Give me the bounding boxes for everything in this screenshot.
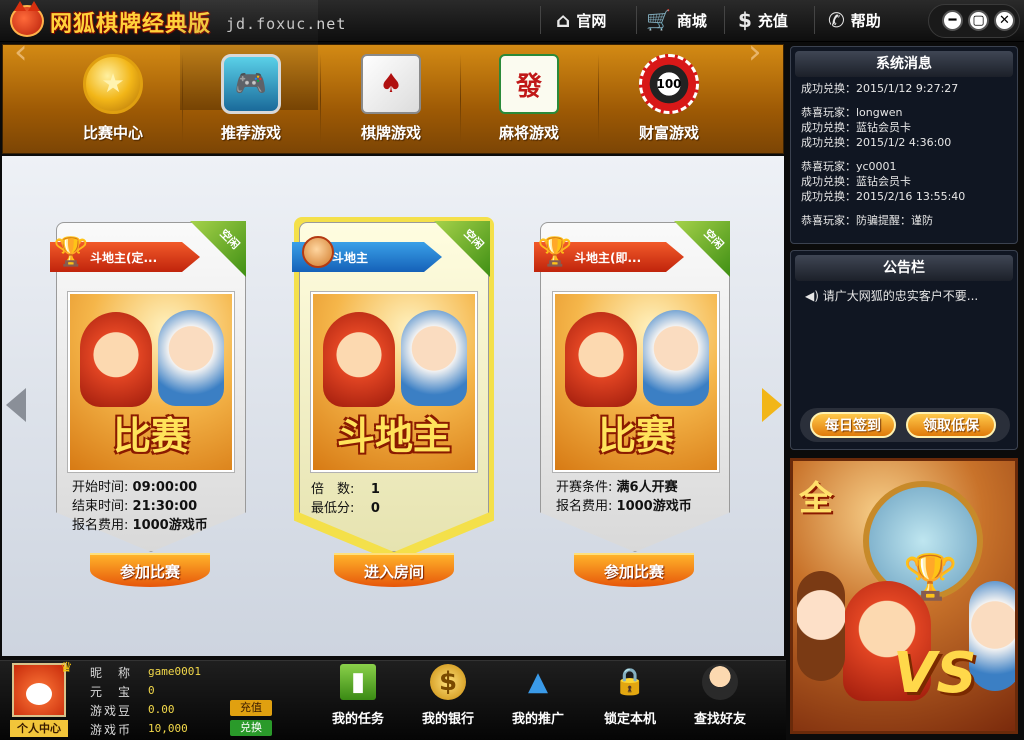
join-match-button[interactable]: 参加比赛	[90, 553, 210, 587]
crown-icon: ♛	[60, 660, 73, 676]
personal-center-button[interactable]: 个人中心	[10, 720, 68, 737]
exchange-button[interactable]: 兑换	[230, 720, 272, 736]
landlord-avatar-icon	[302, 236, 334, 268]
girl-figure	[797, 571, 845, 681]
system-messages-panel: 系统消息 成功兑换：2015/1/12 9:27:27 恭喜玩家：longwen…	[790, 46, 1018, 244]
ingot-value: 0	[148, 684, 155, 697]
notice-text: ◀) 请广大网狐的忠实客户不要...	[805, 289, 979, 303]
room-art: 比赛	[553, 292, 719, 472]
avatar[interactable]	[12, 663, 66, 717]
game-controller-icon: 🎮	[221, 54, 281, 114]
trophy-icon: 🏆	[537, 234, 573, 268]
category-prev-arrow-icon[interactable]: ‹	[14, 32, 28, 72]
maximize-button[interactable]: ▢	[968, 10, 989, 31]
coins-value: 10,000	[148, 722, 188, 735]
category-recommended[interactable]: 🎮 推荐游戏	[182, 44, 320, 154]
promo-banner[interactable]: 全 🏆 VS	[790, 458, 1018, 734]
room-art: 斗地主	[311, 292, 477, 472]
panel-title: 系统消息	[795, 51, 1013, 77]
cart-icon: 🛒	[646, 8, 671, 32]
enter-room-button[interactable]: 进入房间	[334, 553, 454, 587]
chips-icon: 100	[639, 54, 699, 114]
topnav-official-site[interactable]: ⌂ 官网	[556, 0, 606, 40]
my-tasks-button[interactable]: ▮ 我的任务	[318, 664, 398, 736]
room-info: 倍 数: 1 最低分: 0	[311, 482, 380, 516]
gold-medal-icon: ★	[83, 54, 143, 114]
lock-icon: 🔒	[613, 667, 647, 697]
phone-icon: ✆	[828, 8, 845, 32]
home-icon: ⌂	[556, 8, 571, 32]
topnav-divider	[814, 6, 815, 34]
minimize-button[interactable]: ━	[942, 10, 963, 31]
lock-device-button[interactable]: 🔒 锁定本机	[590, 664, 670, 736]
find-friends-button[interactable]: 查找好友	[680, 664, 760, 736]
my-promotion-button[interactable]: ▲ 我的推广	[498, 664, 578, 736]
topnav-divider	[636, 6, 637, 34]
category-card-chess[interactable]: ♠ 棋牌游戏	[322, 44, 460, 154]
claim-allowance-button[interactable]: 领取低保	[906, 412, 996, 438]
topnav-help[interactable]: ✆ 帮助	[828, 0, 881, 40]
recharge-button[interactable]: 充值	[230, 700, 272, 716]
task-book-icon: ▮	[340, 664, 376, 700]
cards-chess-icon: ♠	[361, 54, 421, 114]
find-friend-icon	[702, 664, 738, 700]
close-button[interactable]: ✕	[994, 10, 1015, 31]
room-info: 开赛条件: 满6人开赛 报名费用: 1000游戏币	[556, 480, 692, 514]
topnav-shop[interactable]: 🛒 商城	[646, 0, 707, 40]
category-mahjong[interactable]: 發 麻将游戏	[460, 44, 598, 154]
topnav-divider	[540, 6, 541, 34]
daily-signin-button[interactable]: 每日签到	[810, 412, 896, 438]
panel-title: 公告栏	[795, 255, 1013, 281]
bank-coin-icon: $	[430, 664, 466, 700]
my-bank-button[interactable]: $ 我的银行	[408, 664, 488, 736]
category-divider	[320, 54, 321, 144]
speaker-icon: ◀)	[805, 289, 819, 303]
topnav-divider	[724, 6, 725, 34]
room-art: 比赛	[68, 292, 234, 472]
mahjong-icon: 發	[499, 54, 559, 114]
category-fortune[interactable]: 100 财富游戏	[600, 44, 738, 154]
promotion-icon: ▲	[528, 667, 548, 697]
category-next-arrow-icon[interactable]: ›	[748, 32, 762, 72]
topnav-recharge[interactable]: $ 充值	[738, 0, 788, 40]
category-match-center[interactable]: ★ 比赛中心	[44, 44, 182, 154]
beans-value: 0.00	[148, 703, 175, 716]
nickname-value: game0001	[148, 665, 201, 678]
room-info: 开始时间: 09:00:00 结束时间: 21:30:00 报名费用: 1000…	[72, 480, 208, 533]
category-divider	[598, 54, 599, 144]
money-bag-icon: $	[738, 8, 752, 32]
join-match-button[interactable]: 参加比赛	[574, 553, 694, 587]
trophy-icon: 🏆	[53, 234, 89, 268]
